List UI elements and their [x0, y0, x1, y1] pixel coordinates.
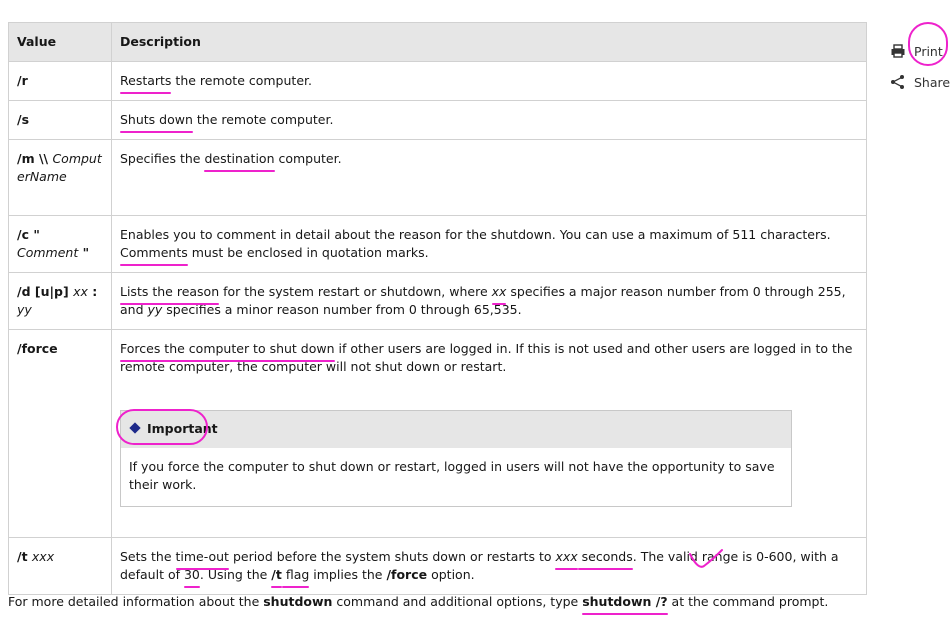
table-row: /s Shuts down the remote computer. — [8, 100, 867, 140]
table-row: /d [u|p] xx : yy Lists the reason for th… — [8, 272, 867, 330]
header-description: Description — [111, 22, 867, 62]
annotation-check-mark — [689, 549, 723, 568]
table-row: /t xxx Sets the time-out period before t… — [8, 537, 867, 595]
important-alert: Important If you force the computer to s… — [116, 409, 792, 507]
printer-icon — [891, 44, 905, 58]
param-description: Forces the computer to shut down if othe… — [111, 329, 867, 538]
share-label: Share — [914, 74, 951, 90]
param-value: /force — [8, 329, 112, 538]
param-value: /c " Comment " — [8, 215, 112, 273]
param-value: /m \\ ComputerName — [8, 139, 112, 216]
side-actions: Print Share — [890, 22, 952, 102]
param-description: Sets the time-out period before the syst… — [111, 537, 867, 595]
table-row: /m \\ ComputerName Specifies the destina… — [8, 139, 867, 216]
param-description: Lists the reason for the system restart … — [111, 272, 867, 330]
table-row: /c " Comment " Enables you to comment in… — [8, 215, 867, 273]
share-button[interactable]: Share — [890, 71, 952, 93]
annotation-circle — [908, 22, 948, 66]
param-description: Specifies the destination computer. — [111, 139, 867, 216]
table-row: /r Restarts the remote computer. — [8, 61, 867, 101]
param-description: Restarts the remote computer. — [111, 61, 867, 101]
important-body: If you force the computer to shut down o… — [129, 459, 775, 492]
header-value: Value — [8, 22, 112, 62]
print-button[interactable]: Print — [890, 22, 952, 66]
param-value: /t xxx — [8, 537, 112, 595]
param-description: Shuts down the remote computer. — [111, 100, 867, 140]
table-header-row: Value Description — [8, 22, 867, 62]
param-description: Enables you to comment in detail about t… — [111, 215, 867, 273]
share-icon — [891, 75, 904, 89]
param-value: /s — [8, 100, 112, 140]
param-value: /d [u|p] xx : yy — [8, 272, 112, 330]
important-header: Important — [116, 409, 791, 448]
param-value: /r — [8, 61, 112, 101]
table-row: /force Forces the computer to shut down … — [8, 329, 867, 538]
footer-note: For more detailed information about the … — [8, 594, 829, 609]
parameters-table: Value Description /r Restarts the remote… — [8, 22, 867, 595]
